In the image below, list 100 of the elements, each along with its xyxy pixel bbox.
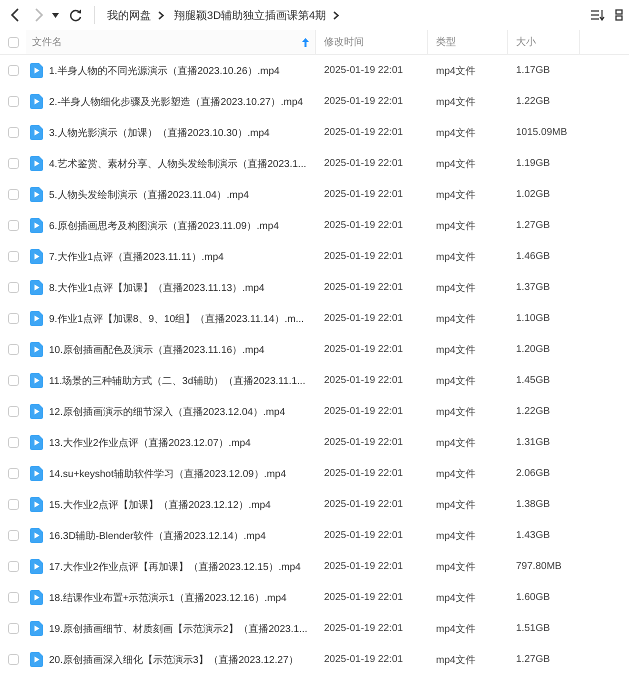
video-file-icon: [30, 218, 43, 233]
video-file-icon: [30, 528, 43, 543]
modified-time: 2025-01-19 22:01: [324, 499, 403, 510]
modified-time: 2025-01-19 22:01: [324, 406, 403, 417]
video-file-icon: [30, 404, 43, 419]
file-type: mp4文件: [436, 376, 476, 386]
file-name[interactable]: 12.原创插画演示的细节深入（直播2023.12.04）.mp4: [49, 404, 286, 418]
modified-time: 2025-01-19 22:01: [324, 654, 403, 665]
file-name[interactable]: 9.作业1点评【加课8、9、10组】（直播2023.11.14）.m...: [49, 312, 304, 326]
file-name[interactable]: 18.结课作业布置+示范演示1（直播2023.12.16）.mp4: [49, 590, 287, 604]
file-name[interactable]: 5.人物头发绘制演示（直播2023.11.04）.mp4: [49, 188, 249, 202]
file-name[interactable]: 7.大作业1点评（直播2023.11.11）.mp4: [49, 250, 224, 264]
file-size: 1.37GB: [516, 282, 550, 293]
file-size: 1.45GB: [516, 375, 550, 386]
row-checkbox[interactable]: [8, 96, 18, 107]
file-size: 1.27GB: [516, 220, 550, 231]
video-file-icon: [30, 435, 43, 450]
file-name[interactable]: 19.原创插画细节、材质刻画【示范演示2】（直播2023.1...: [49, 622, 308, 636]
file-name[interactable]: 1.半身人物的不同光源演示（直播2023.10.26）.mp4: [49, 64, 280, 78]
modified-time: 2025-01-19 22:01: [324, 375, 403, 386]
row-checkbox[interactable]: [8, 561, 18, 572]
row-checkbox[interactable]: [8, 189, 18, 200]
file-name[interactable]: 17.大作业2作业点评【再加课】（直播2023.12.15）.mp4: [49, 560, 301, 574]
file-type: mp4文件: [436, 66, 476, 76]
file-size: 1.46GB: [516, 251, 550, 262]
row-checkbox[interactable]: [8, 375, 18, 386]
file-name[interactable]: 4.艺术鉴赏、素材分享、人物头发绘制演示（直播2023.1...: [49, 156, 306, 170]
file-name[interactable]: 11.场景的三种辅助方式（二、3d辅助）（直播2023.11.1...: [49, 374, 306, 388]
file-name[interactable]: 20.原创插画深入细化【示范演示3】（直播2023.12.27）: [49, 652, 299, 666]
row-checkbox[interactable]: [8, 282, 18, 293]
refresh-icon[interactable]: [69, 8, 82, 22]
row-checkbox[interactable]: [8, 499, 18, 510]
file-type: mp4文件: [436, 500, 476, 510]
sort-ascending-icon: [302, 38, 309, 46]
video-file-icon: [30, 590, 43, 605]
video-file-icon: [30, 63, 43, 78]
file-name[interactable]: 3.人物光影演示（加课）（直播2023.10.30）.mp4: [49, 126, 270, 140]
video-file-icon: [30, 497, 43, 512]
file-name[interactable]: 2.-半身人物细化步骤及光影塑造（直播2023.10.27）.mp4: [49, 94, 303, 108]
sort-icon[interactable]: [591, 9, 605, 21]
row-checkbox[interactable]: [8, 313, 18, 324]
row-checkbox[interactable]: [8, 406, 18, 417]
modified-time: 2025-01-19 22:01: [324, 65, 403, 76]
file-type: mp4文件: [436, 624, 476, 634]
breadcrumb-link[interactable]: 翔腿颖3D辅助独立插画课第4期: [174, 8, 326, 22]
row-checkbox[interactable]: [8, 344, 18, 355]
row-checkbox[interactable]: [8, 251, 18, 262]
file-size: 1.20GB: [516, 344, 550, 355]
column-header[interactable]: 大小: [516, 35, 536, 49]
file-type: mp4文件: [436, 96, 476, 108]
video-file-icon: [30, 621, 43, 636]
file-size: 1.17GB: [516, 65, 550, 76]
file-type: mp4文件: [436, 252, 476, 262]
row-checkbox[interactable]: [8, 220, 18, 231]
file-size: 1.51GB: [516, 623, 550, 634]
modified-time: 2025-01-19 22:01: [324, 344, 403, 355]
breadcrumb-link[interactable]: 我的网盘: [107, 8, 151, 22]
grid-view-icon[interactable]: [615, 9, 623, 21]
row-checkbox[interactable]: [8, 530, 18, 541]
modified-time: 2025-01-19 22:01: [324, 220, 403, 231]
row-checkbox[interactable]: [8, 468, 18, 479]
file-size: 1.27GB: [516, 654, 550, 665]
row-checkbox[interactable]: [8, 623, 18, 634]
file-name[interactable]: 16.3D辅助-Blender软件（直播2023.12.14）.mp4: [49, 528, 266, 542]
modified-time: 2025-01-19 22:01: [324, 623, 403, 634]
file-name[interactable]: 6.原创插画思考及构图演示（直播2023.11.09）.mp4: [49, 218, 279, 232]
modified-time: 2025-01-19 22:01: [324, 96, 403, 107]
file-name[interactable]: 13.大作业2作业点评（直播2023.12.07）.mp4: [49, 436, 251, 450]
row-checkbox[interactable]: [8, 592, 18, 603]
video-file-icon: [30, 187, 43, 202]
row-checkbox[interactable]: [8, 127, 18, 138]
column-header[interactable]: 类型: [436, 35, 456, 49]
row-checkbox[interactable]: [8, 654, 18, 665]
chevron-icon: [333, 10, 340, 20]
file-type: mp4文件: [436, 562, 476, 572]
video-file-icon: [30, 249, 43, 264]
select-all-checkbox[interactable]: [8, 36, 18, 48]
row-checkbox[interactable]: [8, 65, 18, 76]
file-type: mp4文件: [436, 128, 476, 138]
file-name[interactable]: 8.大作业1点评【加课】（直播2023.11.13）.mp4: [49, 280, 264, 294]
file-size: 1.60GB: [516, 592, 550, 603]
video-file-icon: [30, 559, 43, 574]
video-file-icon: [30, 125, 43, 140]
file-type: mp4文件: [436, 654, 476, 666]
file-type: mp4文件: [436, 468, 476, 480]
row-checkbox[interactable]: [8, 158, 18, 169]
caret-icon[interactable]: [52, 12, 59, 18]
file-type: mp4文件: [436, 220, 476, 232]
row-checkbox[interactable]: [8, 437, 18, 448]
column-header[interactable]: 修改时间: [324, 35, 364, 49]
file-size: 1.43GB: [516, 530, 550, 541]
file-size: 1.31GB: [516, 437, 550, 448]
modified-time: 2025-01-19 22:01: [324, 282, 403, 293]
file-size: 1.02GB: [516, 189, 550, 200]
file-name[interactable]: 14.su+keyshot辅助软件学习（直播2023.12.09）.mp4: [49, 466, 286, 480]
modified-time: 2025-01-19 22:01: [324, 158, 403, 169]
file-name[interactable]: 15.大作业2点评【加课】（直播2023.12.12）.mp4: [49, 498, 271, 512]
modified-time: 2025-01-19 22:01: [324, 561, 403, 572]
modified-time: 2025-01-19 22:01: [324, 127, 403, 138]
file-name[interactable]: 10.原创插画配色及演示（直播2023.11.16）.mp4: [49, 342, 264, 356]
